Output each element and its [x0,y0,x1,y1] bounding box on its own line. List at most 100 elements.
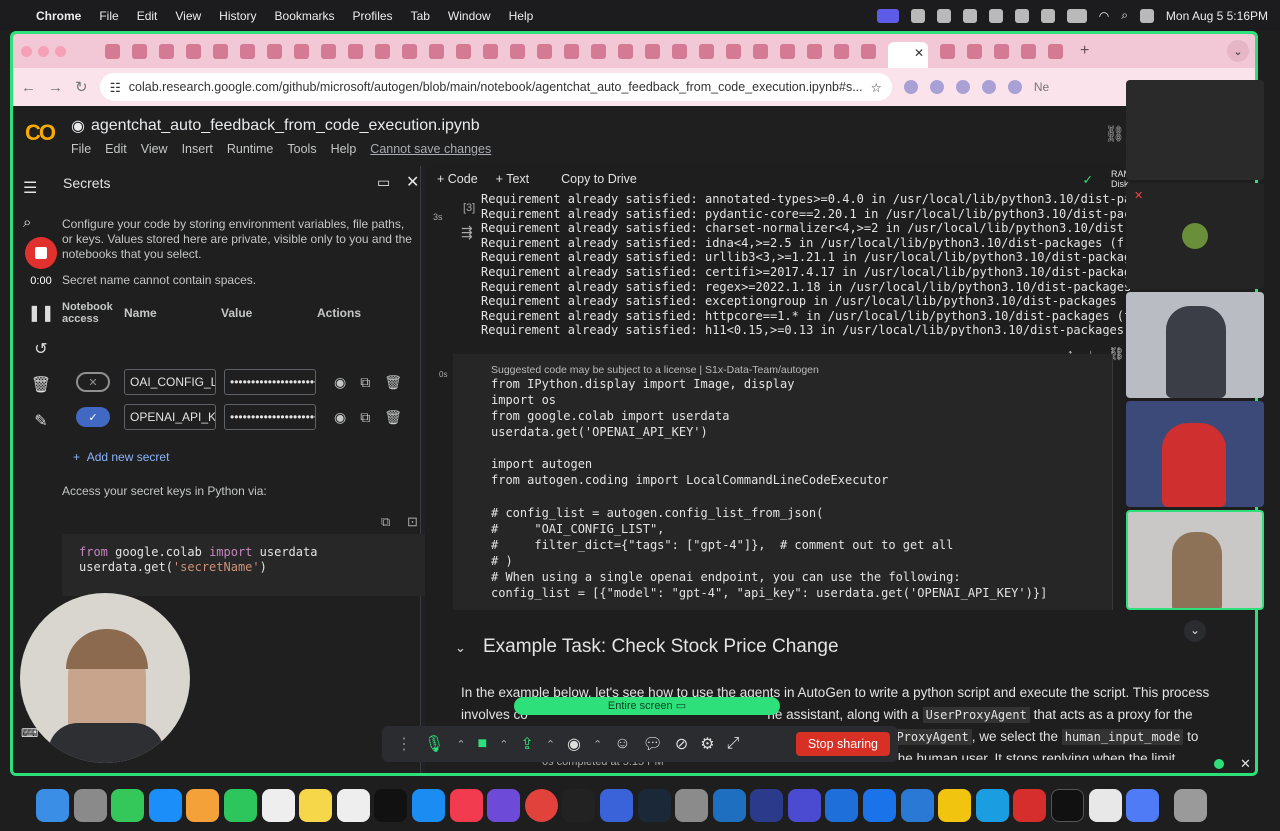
extension-icon[interactable] [955,80,970,94]
secret-value-field[interactable]: •••••••••••••••••••••• [224,369,316,395]
app-icon[interactable] [1126,788,1160,822]
link-icon[interactable]: ⛓ [1105,124,1125,144]
extension-icon[interactable] [929,80,944,94]
vscode-icon[interactable] [712,788,746,822]
add-secret-button[interactable]: + Add new secret [73,450,169,464]
status-icon[interactable] [910,8,925,23]
nb-menu-file[interactable]: File [71,142,91,156]
cannot-save-link[interactable]: Cannot save changes [370,142,491,156]
tab-favicon[interactable] [132,43,147,59]
stop-sharing-button[interactable]: Stop sharing [795,732,890,756]
share-screen-icon[interactable]: ⇪ [520,734,533,754]
copy-icon[interactable]: ⧉ [360,409,370,426]
chevron-up-icon[interactable]: ⌃ [456,738,465,751]
chevron-up-icon[interactable]: ⌃ [499,738,508,751]
video-tile-active[interactable] [1126,510,1264,610]
gear-icon[interactable]: ⚙ [700,734,714,754]
app-icon[interactable] [938,788,972,822]
emoji-icon[interactable]: ☺ [614,735,630,753]
close-icon[interactable]: ✕ [406,172,419,192]
terminal-icon[interactable] [562,788,596,822]
battery-icon[interactable] [1066,8,1087,23]
video-tile[interactable] [1126,401,1264,507]
nb-menu-view[interactable]: View [141,142,168,156]
secret-value-field[interactable]: •••••••••••••••••••••• [224,404,316,430]
finder-icon[interactable] [36,788,69,822]
extension-icon[interactable] [903,80,918,94]
play-icon[interactable] [1040,8,1055,23]
close-window-button[interactable] [21,45,32,57]
tab-favicon[interactable] [510,43,525,59]
nb-menu-edit[interactable]: Edit [105,142,127,156]
address-input[interactable]: ☷ colab.research.google.com/github/micro… [99,73,892,101]
copy-to-drive-button[interactable]: Copy to Drive [561,172,637,186]
tab-favicon[interactable] [267,43,282,59]
tab-favicon[interactable] [186,43,201,59]
chevron-down-icon[interactable]: ⌄ [1227,40,1249,62]
forward-button[interactable]: → [48,79,63,96]
chatgpt-icon[interactable] [1051,788,1085,822]
nb-menu-runtime[interactable]: Runtime [227,142,274,156]
collapse-section-icon[interactable]: ⌄ [455,640,466,656]
tab-favicon[interactable] [780,43,795,59]
tab-favicon[interactable] [1048,43,1063,59]
tab-favicon[interactable] [940,43,955,59]
vscode-icon[interactable] [900,788,934,822]
tab-favicon[interactable] [807,43,822,59]
close-icon[interactable]: ✕ [1240,756,1251,772]
access-toggle[interactable]: ✓ [76,407,110,427]
tab-favicon[interactable] [105,43,120,59]
reload-button[interactable]: ↻ [75,78,88,96]
trash-icon[interactable] [1173,788,1207,822]
app-icon[interactable] [750,788,784,822]
maximize-window-button[interactable] [55,45,66,57]
chevron-down-icon[interactable]: ⌄ [1184,620,1206,642]
secret-name-field[interactable]: OAI_CONFIG_LI [124,369,216,395]
nb-menu-tools[interactable]: Tools [287,142,316,156]
freeform-icon[interactable] [336,788,370,822]
tab-favicon[interactable] [1021,43,1036,59]
tab-favicon[interactable] [699,43,714,59]
menu-tab[interactable]: Tab [411,9,430,23]
minimize-window-button[interactable] [38,45,49,57]
menu-window[interactable]: Window [448,9,491,23]
tab-favicon[interactable] [159,43,174,59]
back-button[interactable]: ← [21,79,36,96]
app-icon[interactable] [487,788,521,822]
screen-share-icon[interactable] [876,8,899,23]
tab-favicon[interactable] [456,43,471,59]
pause-icon[interactable]: ❚❚ [20,303,62,323]
facetime-icon[interactable] [223,788,257,822]
control-center-icon[interactable] [1139,8,1154,23]
notes-icon[interactable] [299,788,333,822]
copy-icon[interactable]: ⧉ [360,374,370,391]
messages-icon[interactable] [111,788,145,822]
menu-profiles[interactable]: Profiles [353,9,393,23]
video-tile[interactable] [1126,292,1264,398]
camera-icon[interactable]: ■ [478,735,488,753]
tab-favicon[interactable] [483,43,498,59]
toc-icon[interactable]: ☰ [23,178,37,198]
trash-icon[interactable]: 🗑︎ [384,374,402,391]
wifi-icon[interactable]: ◠ [1099,9,1109,23]
video-tile[interactable]: ✕ [1126,183,1264,289]
webcam-bubble[interactable] [20,593,190,763]
news-icon[interactable] [449,788,483,822]
extensions-puzzle-icon[interactable] [981,80,996,94]
new-tab-button[interactable]: + [1080,42,1089,60]
system-settings-icon[interactable] [675,788,709,822]
video-thumbnail[interactable] [1126,80,1264,180]
tab-favicon[interactable] [861,43,876,59]
record-icon[interactable]: ◉ [567,734,581,754]
clock[interactable]: Mon Aug 5 5:16PM [1166,9,1268,23]
status-icon[interactable] [936,8,951,23]
pen-icon[interactable]: ✎ [20,411,62,431]
insert-icon[interactable]: ⊡ [407,514,418,530]
app-store-icon[interactable] [411,788,445,822]
fullscreen-icon[interactable]: ⤢ [727,735,740,753]
edge-icon[interactable] [975,788,1009,822]
tab-favicon[interactable] [240,43,255,59]
eye-icon[interactable]: ◉ [334,374,346,391]
active-tab[interactable]: ✕ [888,42,928,68]
hide-screen-icon[interactable]: ⊘ [675,734,688,754]
